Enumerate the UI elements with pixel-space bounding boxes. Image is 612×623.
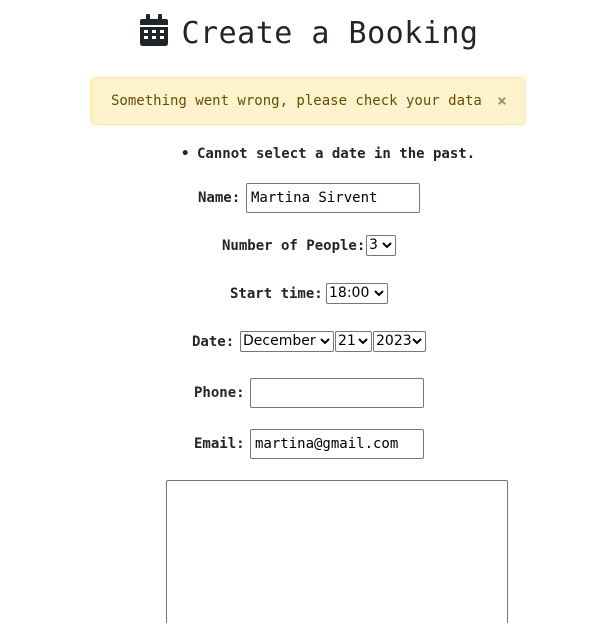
start-time-select[interactable]: 18:00 [326,283,388,304]
chevron-down-icon [358,338,368,345]
email-label: Email: [194,436,245,452]
start-time-select-value: 18:00 [329,285,370,301]
chevron-down-icon [320,338,330,345]
page-title: Create a Booking [0,14,612,57]
phone-label: Phone: [194,385,245,401]
chevron-down-icon [382,242,392,249]
email-field[interactable] [250,429,424,459]
page-title-text: Create a Booking [181,16,479,51]
date-month-value: December [243,333,316,349]
alert-message: Something went wrong, please check your … [111,93,482,109]
people-select[interactable]: 3 [366,235,396,256]
start-time-label: Start time: [230,286,323,302]
date-year-select[interactable]: 2023 [373,331,426,352]
date-year-value: 2023 [376,333,412,349]
name-label: Name: [198,190,241,206]
people-label: Number of People: [222,238,366,254]
date-label: Date: [192,334,235,350]
booking-page: Create a Booking Something went wrong, p… [0,0,612,623]
chevron-down-icon [374,290,384,297]
people-select-value: 3 [369,237,378,253]
calendar-icon [139,14,168,57]
message-textarea[interactable] [166,480,508,623]
date-day-value: 21 [338,333,356,349]
error-item: Cannot select a date in the past. [181,146,475,162]
error-list: Cannot select a date in the past. [181,146,475,162]
date-month-select[interactable]: December [240,331,334,352]
close-icon[interactable]: × [494,91,510,111]
phone-field[interactable] [250,378,424,408]
date-day-select[interactable]: 21 [335,331,372,352]
error-alert: Something went wrong, please check your … [90,77,526,125]
name-field[interactable] [246,183,420,213]
chevron-down-icon [412,338,422,345]
